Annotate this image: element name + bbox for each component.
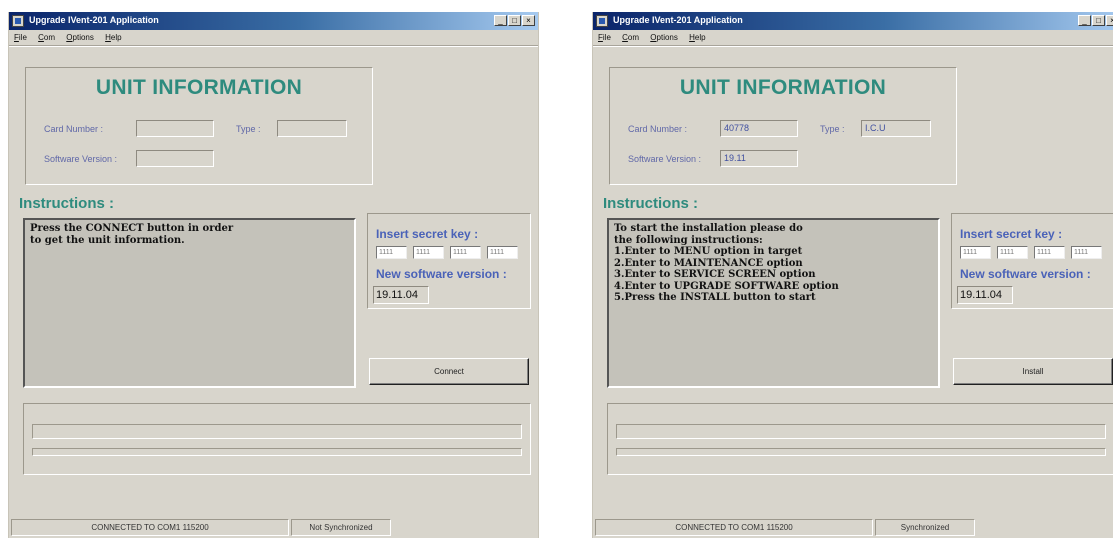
menu-com[interactable]: Com: [38, 31, 55, 45]
software-version-label: Software Version :: [628, 154, 702, 164]
new-software-version-label: New software version :: [376, 267, 507, 281]
maximize-icon[interactable]: □: [1092, 15, 1105, 26]
menu-separator: [593, 45, 1113, 47]
install-button[interactable]: Install: [953, 358, 1113, 385]
progress-bar-2: [616, 448, 1106, 456]
card-number-field: [136, 120, 214, 137]
progress-group: [23, 403, 531, 475]
menu-options[interactable]: Options: [650, 31, 678, 45]
instruction-line: 1.Enter to MENU option in target: [614, 246, 803, 257]
instruction-line: 3.Enter to SERVICE SCREEN option: [614, 269, 816, 280]
instructions-heading: Instructions :: [603, 195, 699, 212]
minimize-icon[interactable]: _: [494, 15, 507, 26]
card-number-label: Card Number :: [44, 124, 104, 134]
menu-bar: File Com Options Help: [9, 31, 538, 45]
secret-key-input-1[interactable]: 1111: [376, 246, 407, 259]
progress-bar-2: [32, 448, 522, 456]
connect-button[interactable]: Connect: [369, 358, 529, 385]
instruction-line: 4.Enter to UPGRADE SOFTWARE option: [614, 280, 839, 292]
menu-file[interactable]: File: [598, 31, 611, 45]
secret-key-input-2[interactable]: 1111: [997, 246, 1028, 259]
secret-key-input-3[interactable]: 1111: [1034, 246, 1065, 259]
software-version-label: Software Version :: [44, 154, 118, 164]
unit-information-heading: UNIT INFORMATION: [679, 76, 887, 99]
status-bar: CONNECTED TO COM1 115200 Synchronized: [595, 519, 1113, 536]
secret-key-group: Insert secret key : 1111 1111 1111 1111 …: [951, 213, 1113, 309]
sync-status: Synchronized: [875, 519, 975, 536]
card-number-label: Card Number :: [628, 124, 688, 134]
instruction-line: Press the CONNECT button in order: [30, 223, 234, 234]
new-software-version-value: 19.11.04: [957, 286, 1013, 304]
type-field: I.C.U: [861, 120, 931, 137]
secret-key-input-4[interactable]: 1111: [487, 246, 518, 259]
menu-file[interactable]: File: [14, 31, 27, 45]
menu-options[interactable]: Options: [66, 31, 94, 45]
connection-status: CONNECTED TO COM1 115200: [595, 519, 873, 536]
card-number-field: 40778: [720, 120, 798, 137]
menu-help[interactable]: Help: [689, 31, 705, 45]
secret-key-label: Insert secret key :: [960, 227, 1063, 241]
progress-bar-1: [32, 424, 522, 439]
close-icon[interactable]: ×: [522, 15, 535, 26]
instruction-line: 2.Enter to MAINTENANCE option: [614, 257, 803, 269]
instructions-box: Press the CONNECT button in order to get…: [23, 218, 356, 388]
progress-bar-1: [616, 424, 1106, 439]
unit-information-group: UNIT INFORMATION Card Number : 40778 Typ…: [609, 67, 957, 185]
type-label: Type :: [820, 124, 845, 134]
app-icon: [12, 15, 24, 27]
secret-key-group: Insert secret key : 1111 1111 1111 1111 …: [367, 213, 531, 309]
app-window-after-connect: Upgrade IVent-201 Application _ □ × File…: [592, 12, 1113, 538]
instructions-box: To start the installation please do the …: [607, 218, 940, 388]
software-version-field: [136, 150, 214, 167]
software-version-field: 19.11: [720, 150, 798, 167]
status-bar: CONNECTED TO COM1 115200 Not Synchronize…: [11, 519, 536, 536]
instruction-line: the following instructions:: [614, 234, 763, 246]
window-title: Upgrade IVent-201 Application: [613, 15, 743, 25]
menu-separator: [9, 45, 538, 47]
new-software-version-value: 19.11.04: [373, 286, 429, 304]
title-bar[interactable]: Upgrade IVent-201 Application _ □ ×: [9, 12, 538, 30]
new-software-version-label: New software version :: [960, 267, 1091, 281]
menu-com[interactable]: Com: [622, 31, 639, 45]
app-window-before-connect: Upgrade IVent-201 Application _ □ × File…: [8, 12, 539, 538]
minimize-icon[interactable]: _: [1078, 15, 1091, 26]
app-icon: [596, 15, 608, 27]
unit-information-group: UNIT INFORMATION Card Number : Type : So…: [25, 67, 373, 185]
connection-status: CONNECTED TO COM1 115200: [11, 519, 289, 536]
secret-key-label: Insert secret key :: [376, 227, 479, 241]
unit-information-heading: UNIT INFORMATION: [95, 76, 303, 99]
type-label: Type :: [236, 124, 261, 134]
progress-group: [607, 403, 1113, 475]
window-title: Upgrade IVent-201 Application: [29, 15, 159, 25]
menu-help[interactable]: Help: [105, 31, 121, 45]
secret-key-input-1[interactable]: 1111: [960, 246, 991, 259]
secret-key-input-3[interactable]: 1111: [450, 246, 481, 259]
close-icon[interactable]: ×: [1106, 15, 1113, 26]
secret-key-input-2[interactable]: 1111: [413, 246, 444, 259]
menu-bar: File Com Options Help: [593, 31, 1113, 45]
instruction-line: to get the unit information.: [30, 234, 185, 246]
instruction-line: To start the installation please do: [614, 223, 803, 234]
title-bar[interactable]: Upgrade IVent-201 Application _ □ ×: [593, 12, 1113, 30]
sync-status: Not Synchronized: [291, 519, 391, 536]
instruction-line: 5.Press the INSTALL button to start: [614, 292, 816, 303]
type-field: [277, 120, 347, 137]
secret-key-input-4[interactable]: 1111: [1071, 246, 1102, 259]
instructions-heading: Instructions :: [19, 195, 115, 212]
maximize-icon[interactable]: □: [508, 15, 521, 26]
